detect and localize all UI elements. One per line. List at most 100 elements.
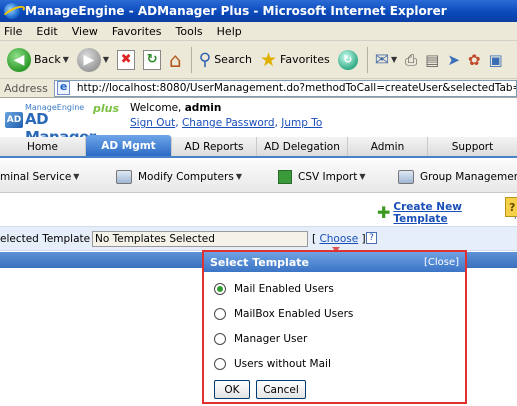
choose-link[interactable]: Choose [319, 233, 358, 245]
logo-plus: plus [93, 102, 120, 115]
browser-toolbar: ◀ Back ▼ ▶ ▼ ✖ ↻ ⌂ ⚲ Search ★ Favorites … [0, 41, 517, 79]
radio-button[interactable] [214, 332, 226, 345]
refresh-button[interactable]: ↻ [140, 45, 164, 75]
plus-icon: ✚ [377, 203, 391, 222]
back-label: Back [34, 53, 61, 66]
welcome-text: Welcome, [130, 102, 182, 114]
select-template-popup: Select Template [Close] Mail Enabled Use… [202, 250, 467, 404]
address-input[interactable]: http://localhost:8080/UserManagement.do?… [53, 79, 517, 97]
link-separator: , [274, 117, 278, 129]
tab-ad-mgmt[interactable]: AD Mgmt [86, 135, 172, 156]
admanager-logo[interactable]: AD ManageEngine AD Manager plus [3, 102, 121, 146]
group-management-label: Group Management [420, 170, 517, 183]
history-icon: ↻ [337, 49, 358, 70]
menu-file[interactable]: File [4, 25, 22, 38]
template-option[interactable]: MailBox Enabled Users [214, 301, 465, 326]
window-title: ManageEngine - ADManager Plus - Microsof… [25, 4, 447, 18]
print-button[interactable]: ⎙ [402, 45, 420, 75]
question-icon[interactable]: ? [366, 232, 377, 244]
sub-toolbar: minal Service ▼ Modify Computers ▼ CSV I… [0, 160, 517, 193]
home-button[interactable]: ⌂ [166, 45, 185, 75]
mail-icon: ✉ [374, 49, 389, 70]
page-icon [56, 81, 70, 95]
menu-tools[interactable]: Tools [176, 25, 203, 38]
terminal-service-menu[interactable]: minal Service ▼ [0, 160, 79, 193]
back-arrow-icon: ◀ [7, 47, 31, 72]
jump-to-link[interactable]: Jump To [281, 117, 322, 129]
sign-out-link[interactable]: Sign Out [130, 117, 175, 129]
tab-admin[interactable]: Admin [348, 137, 428, 156]
edit-button[interactable]: ▤ [422, 45, 442, 75]
chevron-down-icon: ▼ [235, 172, 242, 181]
modify-computers-menu[interactable]: Modify Computers ▼ [116, 160, 242, 193]
template-option-label: Manager User [234, 332, 308, 345]
mail-dropdown-icon[interactable]: ▼ [391, 55, 397, 64]
header-links: Sign Out, Change Password, Jump To [130, 117, 322, 129]
search-label: Search [214, 53, 252, 66]
help-icon[interactable]: ? [505, 197, 517, 217]
research-button[interactable]: ▣ [486, 45, 506, 75]
messenger-button[interactable]: ✿ [465, 45, 484, 75]
back-dropdown-icon[interactable]: ▼ [63, 55, 69, 64]
window-titlebar: ManageEngine - ADManager Plus - Microsof… [0, 0, 517, 22]
forward-dropdown-icon[interactable]: ▼ [103, 55, 109, 64]
template-option-label: MailBox Enabled Users [234, 307, 354, 320]
change-password-link[interactable]: Change Password [182, 117, 275, 129]
tab-ad-delegation[interactable]: AD Delegation [257, 137, 348, 156]
cancel-button[interactable]: Cancel [256, 380, 306, 399]
csv-import-label: CSV Import [298, 170, 358, 183]
radio-button-selected[interactable] [214, 282, 226, 295]
menu-edit[interactable]: Edit [36, 25, 57, 38]
create-new-template-link[interactable]: Create New Template [393, 201, 509, 225]
computer-icon [116, 169, 132, 184]
forward-button[interactable]: ▶ ▼ [74, 45, 112, 75]
search-icon: ⚲ [198, 49, 212, 70]
edit-icon: ▤ [425, 50, 440, 69]
tab-support[interactable]: Support [428, 137, 517, 156]
toolbar-divider [366, 46, 368, 73]
template-option[interactable]: Mail Enabled Users [214, 276, 465, 301]
link-separator: , [175, 117, 179, 129]
menu-help[interactable]: Help [217, 25, 242, 38]
content-area [0, 268, 202, 406]
group-icon [398, 169, 414, 184]
mail-button[interactable]: ✉ ▼ [372, 45, 400, 75]
tab-ad-reports[interactable]: AD Reports [172, 137, 257, 156]
radio-button[interactable] [214, 307, 226, 320]
discuss-icon: ➤ [447, 50, 460, 69]
menu-favorites[interactable]: Favorites [112, 25, 162, 38]
forward-arrow-icon: ▶ [76, 47, 101, 72]
chevron-down-icon: ▼ [359, 172, 366, 181]
csv-icon [278, 169, 292, 184]
favorites-label: Favorites [280, 53, 330, 66]
csv-import-menu[interactable]: CSV Import ▼ [278, 160, 366, 193]
create-template-container: ✚ Create New Template | [377, 201, 517, 225]
history-button[interactable]: ↻ [335, 45, 361, 75]
welcome-message: Welcome, admin [130, 102, 221, 114]
favorites-button[interactable]: ★ Favorites [257, 45, 333, 75]
popup-title: Select Template [210, 255, 309, 269]
selected-template-row: elected Template : No Templates Selected… [0, 226, 517, 252]
ok-button[interactable]: OK [214, 380, 250, 399]
radio-button[interactable] [214, 357, 226, 370]
selected-template-field[interactable]: No Templates Selected [92, 231, 308, 247]
search-button[interactable]: ⚲ Search [196, 45, 255, 75]
choose-link-wrapper: [ Choose ] [312, 233, 366, 245]
group-management-menu[interactable]: Group Management ▼ [398, 160, 517, 193]
home-icon: ⌂ [169, 47, 182, 72]
discuss-button[interactable]: ➤ [444, 45, 463, 75]
popup-close-link[interactable]: [Close] [424, 257, 459, 268]
stop-button[interactable]: ✖ [114, 45, 138, 75]
back-button[interactable]: ◀ Back ▼ [4, 45, 72, 75]
messenger-icon: ✿ [467, 50, 481, 69]
favorites-star-icon: ★ [259, 48, 278, 71]
address-label: Address [4, 81, 48, 95]
admanager-logo-icon: AD [5, 112, 23, 128]
template-option[interactable]: Manager User [214, 326, 465, 351]
menu-bar: File Edit View Favorites Tools Help [0, 22, 517, 41]
chevron-down-icon: ▼ [73, 172, 80, 181]
menu-view[interactable]: View [72, 25, 98, 38]
template-option[interactable]: Users without Mail [214, 351, 465, 376]
address-url: http://localhost:8080/UserManagement.do?… [76, 82, 516, 94]
tab-home[interactable]: Home [0, 137, 86, 156]
